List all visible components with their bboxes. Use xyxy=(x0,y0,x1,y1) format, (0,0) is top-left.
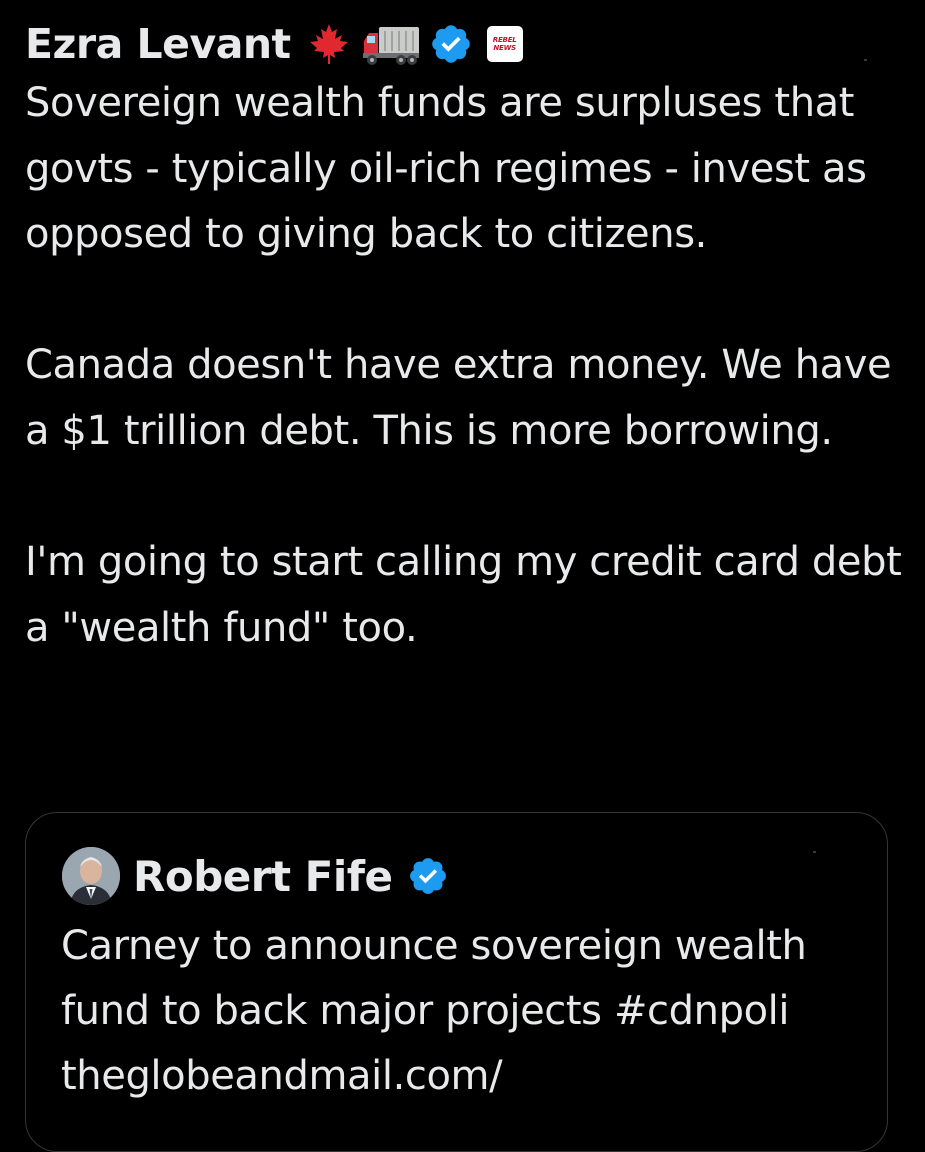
quoted-tweet-text: Carney to announce sovereign wealth fund… xyxy=(61,923,807,1099)
author-badges: REBEL NEWS xyxy=(305,20,523,68)
rebel-news-logo[interactable]: REBEL NEWS xyxy=(486,26,523,62)
quoted-tweet-card[interactable]: Robert Fife Carney to announce sovereign… xyxy=(25,812,888,1152)
divider-dot xyxy=(813,851,816,853)
maple-leaf-icon xyxy=(305,20,353,68)
verified-badge-icon[interactable] xyxy=(407,855,449,897)
tweet-author-row: Ezra Levant REBEL NEWS xyxy=(25,14,523,74)
affiliation-label-line2: NEWS xyxy=(493,44,516,52)
divider-dot xyxy=(864,59,867,61)
avatar[interactable] xyxy=(62,847,120,905)
author-name[interactable]: Ezra Levant xyxy=(25,20,291,68)
truck-icon xyxy=(361,20,421,68)
quoted-author-name[interactable]: Robert Fife xyxy=(133,852,393,901)
tweet-body-text: Sovereign wealth funds are surpluses tha… xyxy=(25,80,902,651)
affiliation-label-line1: REBEL xyxy=(492,36,517,44)
quoted-author-row: Robert Fife xyxy=(62,845,449,907)
verified-badge-icon[interactable] xyxy=(429,22,473,66)
